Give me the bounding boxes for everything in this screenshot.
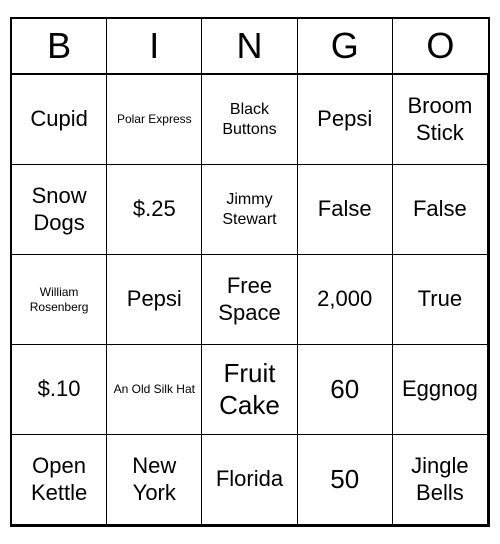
bingo-cell: An Old Silk Hat — [107, 345, 202, 435]
bingo-cell: Broom Stick — [393, 75, 488, 165]
bingo-cell: New York — [107, 435, 202, 525]
bingo-grid: CupidPolar ExpressBlack ButtonsPepsiBroo… — [12, 75, 488, 525]
bingo-cell: Free Space — [202, 255, 297, 345]
bingo-cell: $.10 — [12, 345, 107, 435]
bingo-cell: Black Buttons — [202, 75, 297, 165]
bingo-cell: Florida — [202, 435, 297, 525]
bingo-cell: 50 — [298, 435, 393, 525]
header-letter: G — [298, 19, 393, 73]
header-letter: N — [202, 19, 297, 73]
bingo-cell: Polar Express — [107, 75, 202, 165]
bingo-card: BINGO CupidPolar ExpressBlack ButtonsPep… — [10, 17, 490, 527]
bingo-cell: Pepsi — [107, 255, 202, 345]
bingo-cell: Jingle Bells — [393, 435, 488, 525]
bingo-cell: Fruit Cake — [202, 345, 297, 435]
bingo-cell: William Rosenberg — [12, 255, 107, 345]
bingo-cell: False — [393, 165, 488, 255]
header-letter: O — [393, 19, 488, 73]
bingo-cell: $.25 — [107, 165, 202, 255]
bingo-cell: Snow Dogs — [12, 165, 107, 255]
bingo-cell: Open Kettle — [12, 435, 107, 525]
bingo-header: BINGO — [12, 19, 488, 75]
bingo-cell: True — [393, 255, 488, 345]
bingo-cell: 60 — [298, 345, 393, 435]
bingo-cell: Jimmy Stewart — [202, 165, 297, 255]
bingo-cell: Cupid — [12, 75, 107, 165]
bingo-cell: Pepsi — [298, 75, 393, 165]
bingo-cell: Eggnog — [393, 345, 488, 435]
header-letter: B — [12, 19, 107, 73]
bingo-cell: False — [298, 165, 393, 255]
bingo-cell: 2,000 — [298, 255, 393, 345]
header-letter: I — [107, 19, 202, 73]
